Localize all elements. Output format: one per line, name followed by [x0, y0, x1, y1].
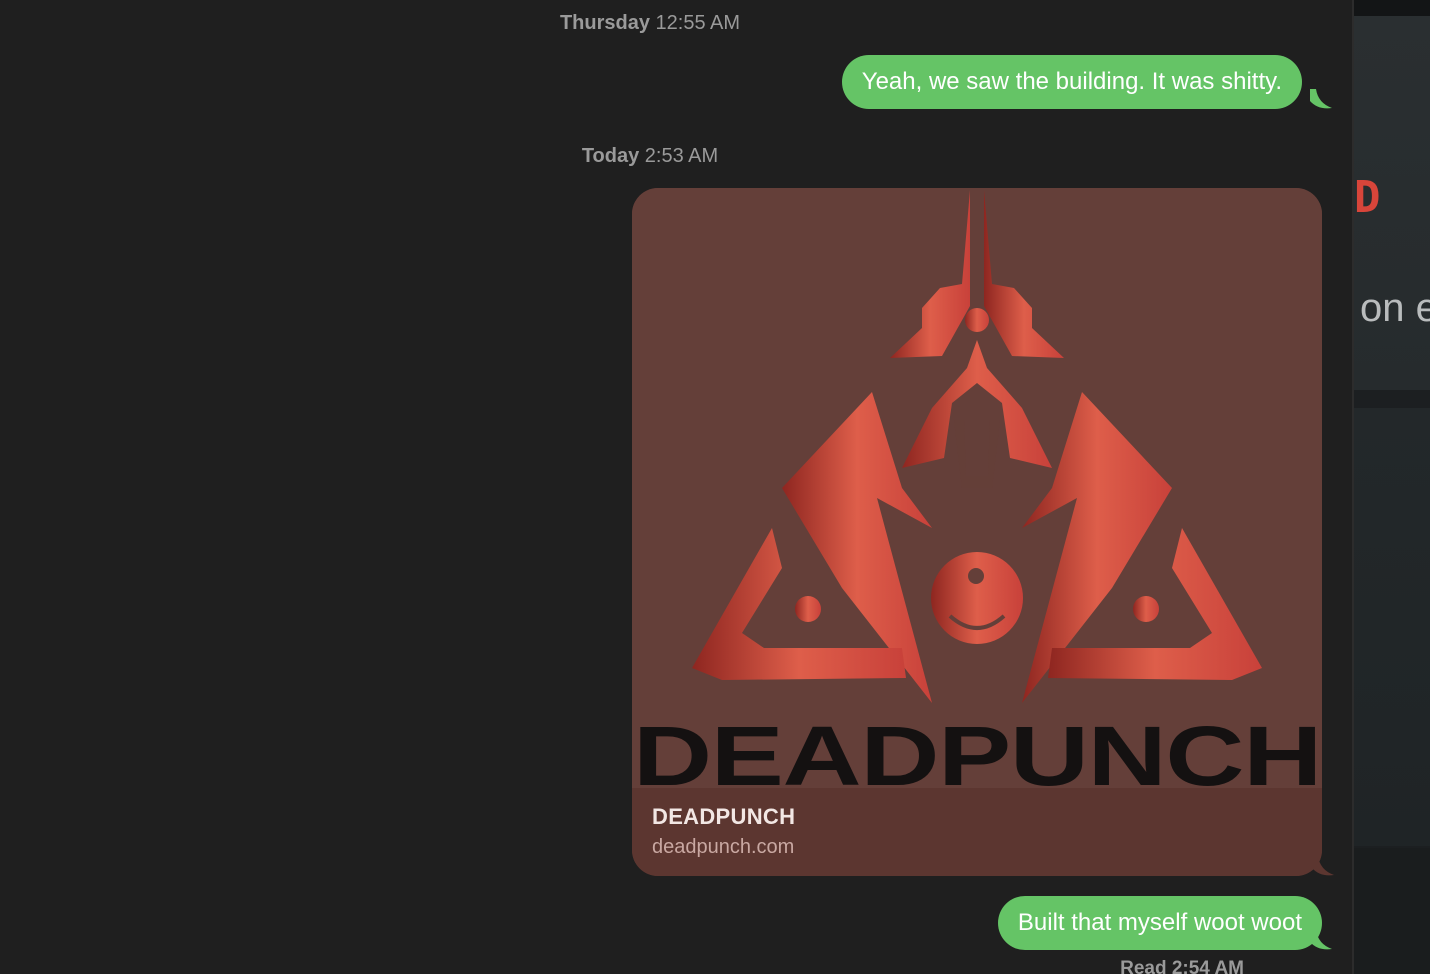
- timestamp-thursday: Thursday 12:55 AM: [0, 12, 1300, 35]
- background-window-panel: [1354, 408, 1430, 846]
- timestamp-day: Today: [581, 145, 640, 167]
- background-window[interactable]: D C on e: [1354, 0, 1430, 974]
- message-text: Built that myself woot woot: [1017, 909, 1302, 936]
- message-bubble-sent[interactable]: Built that myself woot woot: [997, 896, 1322, 950]
- messages-transcript: Thursday 12:55 AM Yeah, we saw the build…: [0, 0, 1352, 974]
- link-preview-image: DEADPUNCH: [632, 188, 1322, 803]
- link-preview-title: DEADPUNCH: [652, 804, 796, 829]
- background-window-panel: [1354, 848, 1430, 974]
- bubble-tail-icon: [1310, 89, 1332, 109]
- link-preview-card[interactable]: DEADPUNCH DEADPUNCH deadpunch.com: [632, 188, 1322, 876]
- logo-wordmark: DEADPUNCH: [633, 709, 1321, 788]
- timestamp-time: 12:55 AM: [655, 12, 741, 34]
- background-window-top: [1354, 0, 1430, 16]
- bubble-tail-icon: [1312, 856, 1334, 876]
- bubble-tail-icon: [1310, 930, 1332, 950]
- timestamp-day: Thursday: [559, 12, 650, 34]
- link-preview-domain: deadpunch.com: [652, 836, 795, 858]
- timestamp-time: 2:53 AM: [644, 145, 719, 167]
- timestamp-today: Today 2:53 AM: [0, 145, 1300, 168]
- link-preview-meta: DEADPUNCH deadpunch.com: [632, 788, 1322, 876]
- background-window-gray-text: on e: [1360, 286, 1430, 330]
- message-bubble-sent[interactable]: Yeah, we saw the building. It was shitty…: [841, 55, 1302, 109]
- background-window-red-text: D C: [1354, 172, 1430, 223]
- message-text: Yeah, we saw the building. It was shitty…: [861, 68, 1282, 95]
- deadpunch-logo-icon: DEADPUNCH: [633, 190, 1322, 803]
- read-receipt: Read 2:54 AM: [1120, 958, 1244, 974]
